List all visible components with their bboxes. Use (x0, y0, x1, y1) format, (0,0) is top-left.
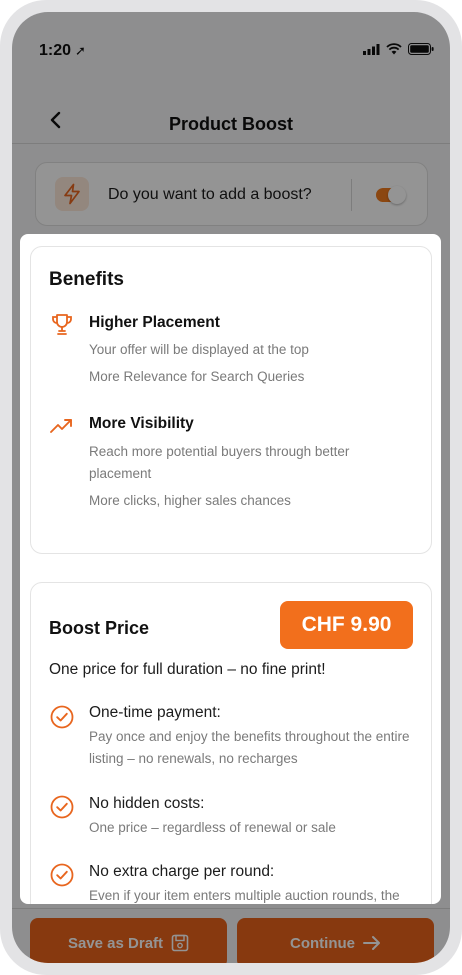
more-visibility-line-1: Reach more potential buyers through bett… (89, 444, 350, 481)
no-hidden-costs-title: No hidden costs: (89, 795, 205, 812)
higher-placement-line-1: Your offer will be displayed at the top (89, 342, 309, 357)
check-circle-icon (50, 705, 74, 729)
higher-placement-line-2: More Relevance for Search Queries (89, 369, 305, 384)
one-time-payment-desc: Pay once and enjoy the benefits througho… (89, 729, 410, 766)
benefits-title: Benefits (49, 269, 124, 290)
price-badge: CHF 9.90 (280, 601, 413, 649)
boost-price-card: Boost Price CHF 9.90 One price for full … (30, 582, 432, 904)
boost-info-sheet: Benefits Higher Placement Your offer wil… (20, 234, 441, 904)
check-circle-icon (50, 863, 74, 887)
more-visibility-line-2: More clicks, higher sales chances (89, 493, 291, 508)
check-circle-icon (50, 795, 74, 819)
more-visibility-title: More Visibility (89, 415, 194, 432)
no-extra-charge-desc: Even if your item enters multiple auctio… (89, 888, 400, 903)
one-time-payment-title: One-time payment: (89, 704, 221, 721)
device-frame: 1:20 ➚ Product Boost Do you want to add … (0, 0, 462, 975)
app-screen: 1:20 ➚ Product Boost Do you want to add … (12, 12, 450, 963)
trophy-icon (52, 314, 72, 335)
higher-placement-title: Higher Placement (89, 314, 220, 331)
price-subtitle: One price for full duration – no fine pr… (49, 661, 326, 678)
no-hidden-costs-desc: One price – regardless of renewal or sal… (89, 820, 336, 835)
no-extra-charge-title: No extra charge per round: (89, 863, 275, 880)
boost-price-title: Boost Price (49, 618, 150, 638)
benefits-card: Benefits Higher Placement Your offer wil… (30, 246, 432, 554)
trending-up-icon (50, 419, 72, 433)
